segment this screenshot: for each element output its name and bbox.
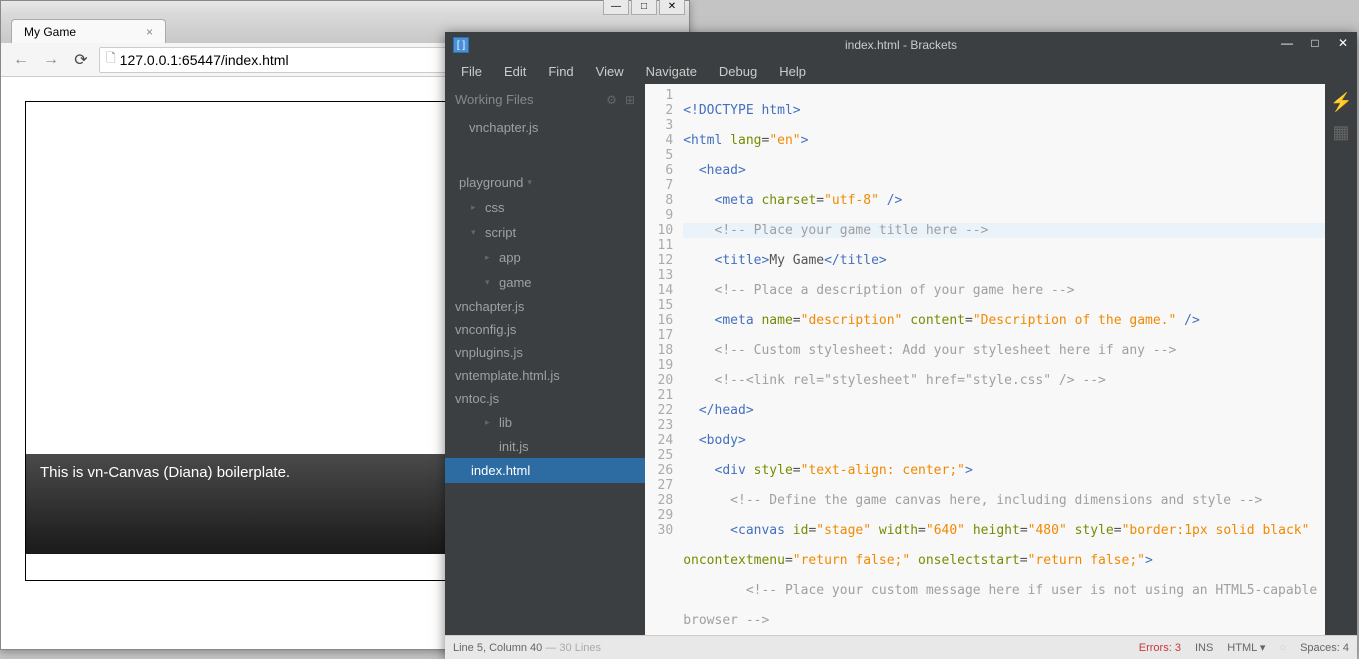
close-button[interactable]: ✕	[1329, 32, 1357, 54]
right-toolbar: ⚡ ▦	[1325, 84, 1357, 635]
file-item[interactable]: vntoc.js	[445, 387, 645, 410]
minimize-button[interactable]: —	[603, 0, 629, 15]
chevron-down-icon: ▾	[485, 277, 495, 288]
indent-mode[interactable]: Spaces: 4	[1300, 642, 1349, 654]
live-preview-icon[interactable]: ⚡	[1330, 92, 1352, 110]
status-circle-icon[interactable]: ○	[1279, 642, 1286, 654]
file-item[interactable]: vnplugins.js	[445, 341, 645, 364]
reload-button[interactable]: ⟳	[69, 48, 93, 72]
back-button[interactable]: ←	[9, 48, 33, 72]
tab-title: My Game	[24, 25, 76, 39]
forward-button[interactable]: →	[39, 48, 63, 72]
gear-icon[interactable]: ⚙	[606, 93, 617, 107]
menu-help[interactable]: Help	[769, 60, 816, 83]
menu-find[interactable]: Find	[538, 60, 583, 83]
minimize-button[interactable]: —	[1273, 32, 1301, 54]
insert-mode[interactable]: INS	[1195, 642, 1213, 654]
brackets-menubar: File Edit Find View Navigate Debug Help	[445, 58, 1357, 84]
brackets-logo-icon: [ ]	[453, 37, 469, 53]
window-title: index.html - Brackets	[845, 38, 957, 52]
chevron-right-icon: ▸	[485, 252, 495, 263]
menu-view[interactable]: View	[586, 60, 634, 83]
close-button[interactable]: ✕	[659, 0, 685, 15]
code-editor[interactable]: 123456789101112131415 16 17 18 192021222…	[645, 84, 1325, 635]
brackets-titlebar: [ ] index.html - Brackets — □ ✕	[445, 32, 1357, 58]
file-item-active[interactable]: index.html	[445, 458, 645, 483]
working-file-item[interactable]: vnchapter.js	[445, 115, 645, 140]
working-files-header: Working Files ⚙ ⊞	[445, 84, 645, 115]
file-item[interactable]: vntemplate.html.js	[445, 364, 645, 387]
folder-lib[interactable]: ▸lib	[445, 410, 645, 435]
menu-navigate[interactable]: Navigate	[636, 60, 707, 83]
project-root[interactable]: playground ▾	[445, 170, 645, 195]
maximize-button[interactable]: □	[1301, 32, 1329, 54]
file-item[interactable]: init.js	[445, 435, 645, 458]
errors-indicator[interactable]: Errors: 3	[1139, 642, 1181, 654]
language-mode[interactable]: HTML ▾	[1227, 641, 1265, 654]
status-bar: Line 5, Column 40 — 30 Lines Errors: 3 I…	[445, 635, 1357, 659]
chevron-down-icon: ▾	[471, 227, 481, 238]
browser-tab[interactable]: My Game ×	[11, 19, 166, 43]
brackets-window: [ ] index.html - Brackets — □ ✕ File Edi…	[445, 32, 1357, 659]
menu-file[interactable]: File	[451, 60, 492, 83]
menu-edit[interactable]: Edit	[494, 60, 536, 83]
split-icon[interactable]: ⊞	[625, 93, 635, 107]
menu-debug[interactable]: Debug	[709, 60, 767, 83]
url-text: 127.0.0.1:65447/index.html	[120, 52, 289, 68]
folder-game[interactable]: ▾game	[445, 270, 645, 295]
folder-css[interactable]: ▸css	[445, 195, 645, 220]
extensions-icon[interactable]: ▦	[1330, 122, 1352, 140]
folder-script[interactable]: ▾script	[445, 220, 645, 245]
file-item[interactable]: vnchapter.js	[445, 295, 645, 318]
code-content[interactable]: <!DOCTYPE html> <html lang="en"> <head> …	[683, 84, 1325, 635]
chevron-down-icon: ▾	[527, 177, 537, 188]
sidebar: Working Files ⚙ ⊞ vnchapter.js playgroun…	[445, 84, 645, 635]
folder-app[interactable]: ▸app	[445, 245, 645, 270]
line-gutter: 123456789101112131415 16 17 18 192021222…	[645, 84, 683, 635]
file-item[interactable]: vnconfig.js	[445, 318, 645, 341]
chevron-right-icon: ▸	[471, 202, 481, 213]
cursor-position: Line 5, Column 40 — 30 Lines	[453, 642, 601, 654]
close-tab-icon[interactable]: ×	[146, 25, 153, 39]
page-icon: 🗋	[106, 49, 116, 70]
maximize-button[interactable]: □	[631, 0, 657, 15]
chrome-titlebar: — □ ✕	[1, 1, 689, 15]
chevron-right-icon: ▸	[485, 417, 495, 428]
